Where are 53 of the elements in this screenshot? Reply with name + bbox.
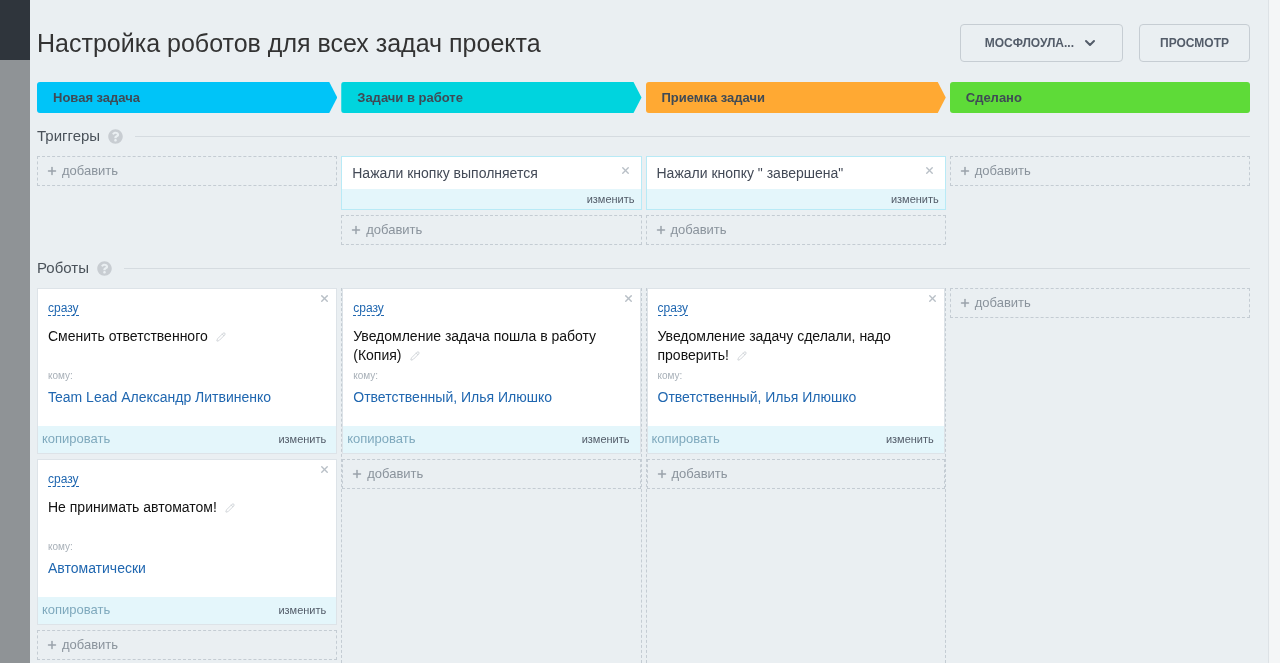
robot-name: Сменить ответственного <box>48 326 226 346</box>
plus-icon <box>350 224 363 236</box>
edit-link[interactable]: изменить <box>890 190 939 207</box>
close-icon[interactable] <box>622 292 634 304</box>
recipient-label: кому: <box>657 368 684 383</box>
plus-icon <box>958 296 971 309</box>
robot-name: Уведомление задачу сделали, надо проверить! <box>657 326 892 365</box>
robot-name: Не принимать автоматом! <box>48 497 235 517</box>
pencil-icon[interactable] <box>215 331 226 342</box>
help-icon[interactable] <box>108 128 124 144</box>
delay-link[interactable]: сразу <box>48 300 79 316</box>
pencil-icon[interactable] <box>409 350 420 361</box>
plus-icon <box>654 224 667 236</box>
delay-link[interactable]: сразу <box>48 471 79 487</box>
edit-link[interactable]: изменить <box>278 430 333 448</box>
recipient-link[interactable]: Ответственный, Илья Илюшко <box>353 386 630 408</box>
edit-link[interactable]: изменить <box>278 601 333 619</box>
plus-icon <box>351 467 364 480</box>
close-icon[interactable] <box>319 292 331 304</box>
pencil-icon[interactable] <box>224 502 235 513</box>
stage-bar: Приемка задачи <box>645 82 946 113</box>
preview-button[interactable]: ПРОСМОТР <box>1139 23 1250 62</box>
edit-link[interactable]: изменить <box>586 190 635 207</box>
plus-icon <box>655 467 668 480</box>
recipient-link[interactable]: Team Lead Александр Литвиненко <box>48 386 327 408</box>
close-icon[interactable] <box>319 463 331 475</box>
section-title: Триггеры <box>37 126 101 146</box>
robot-name: Уведомление задача пошла в работу (Копия) <box>353 326 598 365</box>
delay-link[interactable]: сразу <box>353 300 384 316</box>
plus-icon <box>46 638 58 651</box>
help-icon[interactable] <box>96 260 112 276</box>
close-icon[interactable] <box>926 292 938 304</box>
close-icon[interactable] <box>619 164 631 176</box>
recipient-link[interactable]: Ответственный, Илья Илюшко <box>657 386 934 408</box>
recipient-label: кому: <box>48 368 74 383</box>
stage-bar: Новая задача <box>37 82 338 113</box>
plus-icon <box>46 164 58 177</box>
edit-link[interactable]: изменить <box>885 430 940 448</box>
recipient-label: кому: <box>48 539 74 554</box>
close-icon[interactable] <box>923 164 935 176</box>
section-title: Роботы <box>37 258 89 278</box>
recipient-label: кому: <box>353 368 380 383</box>
pencil-icon[interactable] <box>736 350 747 361</box>
stage-bar: Сделано <box>949 82 1250 113</box>
page-title: Настройка роботов для всех задач проекта <box>37 27 541 59</box>
project-select[interactable]: МОСФЛОУЛА... <box>959 23 1123 62</box>
edit-link[interactable]: изменить <box>581 430 636 448</box>
trigger-name: Нажали кнопку " завершена" <box>656 163 844 183</box>
delay-link[interactable]: сразу <box>657 300 689 316</box>
recipient-link[interactable]: Автоматически <box>48 557 327 579</box>
plus-icon <box>958 164 971 177</box>
trigger-name: Нажали кнопку выполняется <box>352 163 538 183</box>
stage-bar: Задачи в работе <box>341 82 642 113</box>
